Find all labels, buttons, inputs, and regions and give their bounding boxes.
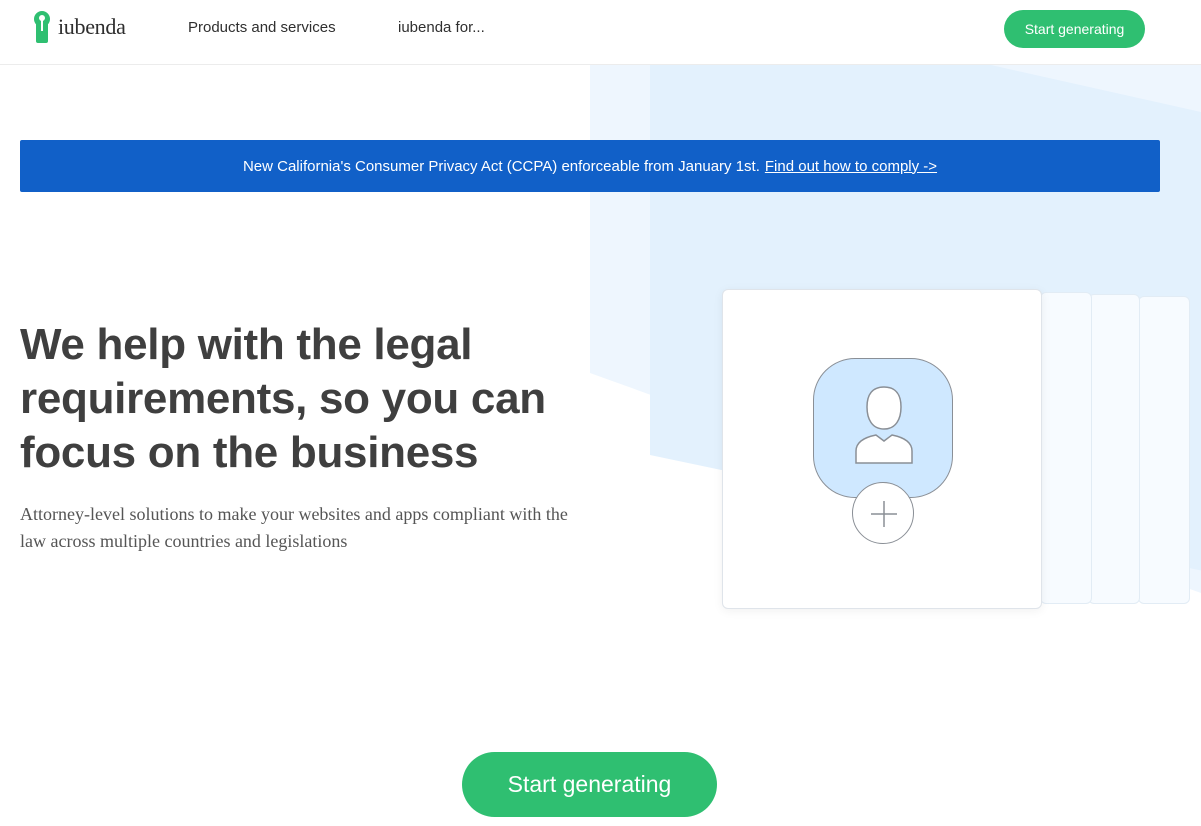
nav-iubenda-for[interactable]: iubenda for... (398, 19, 485, 36)
banner-text: New California's Consumer Privacy Act (C… (242, 157, 760, 175)
stacked-card (1138, 296, 1190, 604)
top-navbar: iubenda Products and services iubenda fo… (0, 0, 1201, 65)
user-icon (855, 386, 913, 464)
nav-products-and-services[interactable]: Products and services (188, 19, 336, 36)
avatar (813, 358, 953, 498)
logo-text: iubenda (58, 14, 126, 39)
hero-start-generating-button[interactable]: Start generating (462, 752, 717, 817)
plus-icon (871, 501, 897, 527)
keyhole-logo-icon (34, 11, 50, 43)
stacked-card (1040, 292, 1092, 604)
stacked-card (1088, 294, 1140, 604)
page: iubenda Products and services iubenda fo… (0, 0, 1201, 826)
header-start-generating-button[interactable]: Start generating (1004, 10, 1145, 48)
logo[interactable]: iubenda (34, 11, 126, 43)
hero-subtitle: Attorney-level solutions to make your we… (20, 504, 568, 551)
hero-title: We help with the legal requirements, so … (20, 320, 546, 477)
ccpa-announcement-banner: New California's Consumer Privacy Act (C… (20, 140, 1160, 192)
banner-comply-link[interactable]: Find out how to comply -> (765, 158, 937, 175)
profile-card-illustration (722, 289, 1042, 609)
add-button[interactable] (852, 482, 914, 544)
